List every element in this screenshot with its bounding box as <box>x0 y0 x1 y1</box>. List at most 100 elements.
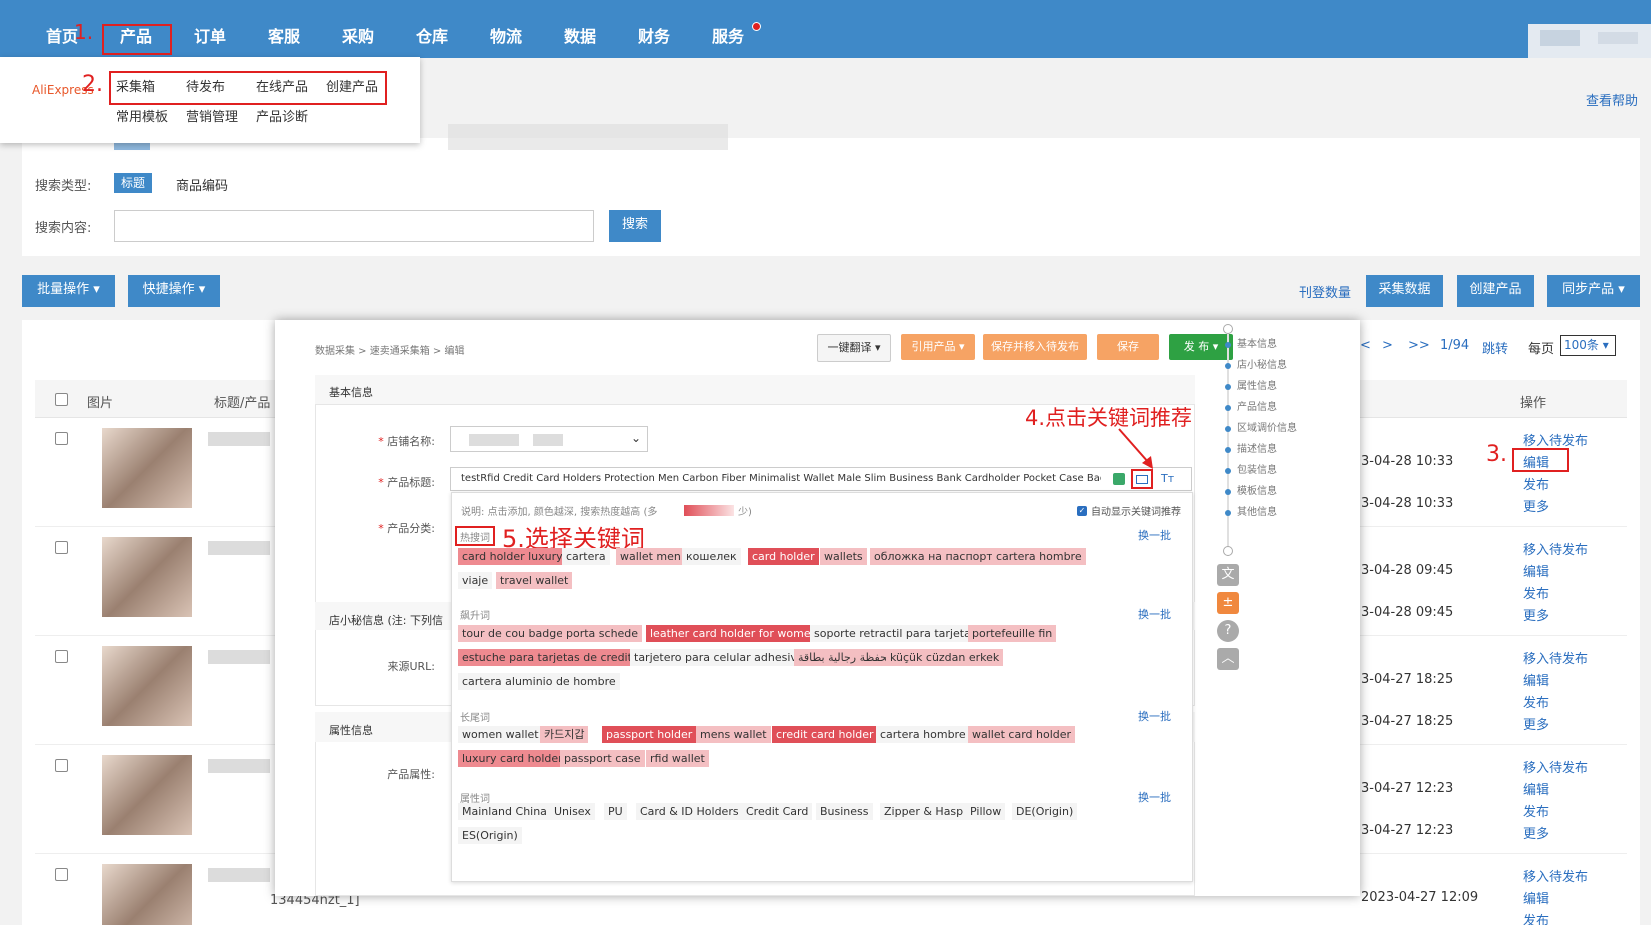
keyword-hot[interactable]: wallet men <box>616 548 685 565</box>
scroll-top-icon[interactable]: ︿ <box>1217 648 1239 670</box>
keyword-long[interactable]: rfid wallet <box>646 750 709 767</box>
side-nav-item[interactable]: 描述信息 <box>1237 443 1277 457</box>
keyword-hot[interactable]: cartera hombre <box>992 548 1086 565</box>
page-size-select[interactable]: 100条 ▾ <box>1560 335 1616 356</box>
edit-link[interactable]: 编辑 <box>1523 888 1549 907</box>
publish-link[interactable]: 发布 <box>1523 801 1549 820</box>
keyword-long[interactable]: women wallet <box>458 726 543 743</box>
keyword-attr[interactable]: Zipper & Hasp <box>880 803 968 820</box>
help-icon[interactable]: ? <box>1217 620 1239 642</box>
nav-logistics[interactable]: 物流 <box>490 26 522 48</box>
keyword-long[interactable]: passport case <box>560 750 645 767</box>
nav-finance[interactable]: 财务 <box>638 26 670 48</box>
nav-orders[interactable]: 订单 <box>194 26 226 48</box>
row-checkbox[interactable] <box>55 868 68 881</box>
product-image[interactable] <box>102 864 192 925</box>
keyword-attr[interactable]: Pillow <box>966 803 1006 820</box>
nav-services[interactable]: 服务 <box>712 26 744 48</box>
product-image[interactable] <box>102 755 192 835</box>
publish-link[interactable]: 发布 <box>1523 583 1549 602</box>
more-link[interactable]: 更多 <box>1523 605 1549 624</box>
keyword-long[interactable]: wallet card holder <box>968 726 1076 743</box>
search-button[interactable]: 搜索 <box>609 210 661 242</box>
product-image[interactable] <box>102 646 192 726</box>
move-to-pending-link[interactable]: 移入待发布 <box>1523 430 1588 449</box>
pager-last[interactable]: >> <box>1408 338 1430 353</box>
keyword-rise[interactable]: tour de cou badge <box>458 625 567 642</box>
move-to-pending-link[interactable]: 移入待发布 <box>1523 648 1588 667</box>
menu-templates[interactable]: 常用模板 <box>116 109 168 127</box>
nav-warehouse[interactable]: 仓库 <box>416 26 448 48</box>
product-image[interactable] <box>102 428 192 508</box>
keyword-attr[interactable]: Card & ID Holders <box>636 803 743 820</box>
swap-hot[interactable]: 换一批 <box>1138 527 1171 543</box>
keyword-rise[interactable]: portefeuille fin <box>968 625 1057 642</box>
more-link[interactable]: 更多 <box>1523 823 1549 842</box>
edit-link[interactable]: 编辑 <box>1523 670 1549 689</box>
move-to-pending-link[interactable]: 移入待发布 <box>1523 539 1588 558</box>
menu-create-product[interactable]: 创建产品 <box>326 79 378 97</box>
swap-attr[interactable]: 换一批 <box>1138 789 1171 805</box>
title-input[interactable]: testRfid Credit Card Holders Protection … <box>450 467 1192 491</box>
quick-ops-button[interactable]: 快捷操作 ▾ <box>128 275 220 307</box>
keyword-hot[interactable]: card holder <box>748 548 819 565</box>
search-input[interactable] <box>114 210 594 242</box>
move-to-pending-link[interactable]: 移入待发布 <box>1523 866 1588 885</box>
help-link[interactable]: 查看帮助 <box>1586 90 1638 109</box>
keyword-hot[interactable]: обложка на паспорт <box>870 548 997 565</box>
calc-icon[interactable]: ± <box>1217 592 1239 614</box>
publish-count-link[interactable]: 刊登数量 <box>1299 282 1351 301</box>
sync-product-button[interactable]: 同步产品 ▾ <box>1547 275 1640 307</box>
keyword-rise[interactable]: محفظة رجالية بطاقة <box>794 649 898 666</box>
keyword-attr[interactable]: Mainland China <box>458 803 551 820</box>
keyword-attr[interactable]: Unisex <box>550 803 595 820</box>
translate-button[interactable]: 一键翻译 ▾ <box>817 334 891 362</box>
menu-diagnosis[interactable]: 产品诊断 <box>256 109 308 127</box>
keyword-long[interactable]: 카드지갑 <box>540 726 589 743</box>
keyword-rise[interactable]: cartera aluminio de hombre <box>458 673 620 690</box>
keyword-rise[interactable]: küçük cüzdan erkek <box>886 649 1004 666</box>
swap-rise[interactable]: 换一批 <box>1138 606 1171 622</box>
nav-service[interactable]: 客服 <box>268 26 300 48</box>
batch-ops-button[interactable]: 批量操作 ▾ <box>22 275 115 307</box>
keyword-attr[interactable]: DE(Origin) <box>1012 803 1078 820</box>
keyword-hot[interactable]: viaje <box>458 572 493 589</box>
menu-marketing[interactable]: 营销管理 <box>186 109 238 127</box>
translate-icon[interactable]: 文 <box>1217 564 1239 586</box>
keyword-attr[interactable]: Business <box>816 803 873 820</box>
font-size-icon[interactable]: Tт <box>1161 472 1174 485</box>
side-nav-item[interactable]: 模板信息 <box>1237 485 1277 499</box>
swap-long[interactable]: 换一批 <box>1138 708 1171 724</box>
menu-pending[interactable]: 待发布 <box>186 79 225 97</box>
store-select[interactable]: ⌄ <box>450 426 648 452</box>
keyword-attr[interactable]: Credit Card <box>742 803 813 820</box>
side-nav-item[interactable]: 包装信息 <box>1237 464 1277 478</box>
keyword-long[interactable]: luxury card holder <box>458 750 567 767</box>
save-button[interactable]: 保存 <box>1097 334 1159 360</box>
menu-collect-box[interactable]: 采集箱 <box>116 79 155 97</box>
avatar[interactable] <box>1528 24 1651 58</box>
keyword-rise[interactable]: soporte retractil para tarjetas <box>810 625 981 642</box>
keyword-hot[interactable]: travel wallet <box>496 572 573 589</box>
pager-prev[interactable]: < <box>1360 338 1371 353</box>
side-nav-item[interactable]: 区域调价信息 <box>1237 422 1297 436</box>
keyword-rise[interactable]: tarjetero para celular adhesivo <box>630 649 808 666</box>
publish-link[interactable]: 发布 <box>1523 474 1549 493</box>
pager-jump[interactable]: 跳转 <box>1482 338 1508 357</box>
quote-product-button[interactable]: 引用产品 ▾ <box>901 334 975 360</box>
nav-purchase[interactable]: 采购 <box>342 26 374 48</box>
row-checkbox[interactable] <box>55 650 68 663</box>
product-image[interactable] <box>102 537 192 617</box>
row-checkbox[interactable] <box>55 541 68 554</box>
keyword-long[interactable]: cartera hombre <box>876 726 970 743</box>
edit-link[interactable]: 编辑 <box>1523 779 1549 798</box>
keyword-long[interactable]: credit card holder <box>772 726 878 743</box>
keyword-attr[interactable]: ES(Origin) <box>458 827 522 844</box>
publish-button[interactable]: 发 布 ▾ <box>1169 334 1233 360</box>
ai-icon[interactable] <box>1113 473 1125 485</box>
auto-recommend-checkbox[interactable]: ✓ <box>1077 506 1087 516</box>
create-product-button[interactable]: 创建产品 <box>1457 275 1534 307</box>
keyword-long[interactable]: mens wallet <box>696 726 771 743</box>
collect-data-button[interactable]: 采集数据 <box>1366 275 1443 307</box>
keyword-rise[interactable]: porta schede <box>562 625 643 642</box>
